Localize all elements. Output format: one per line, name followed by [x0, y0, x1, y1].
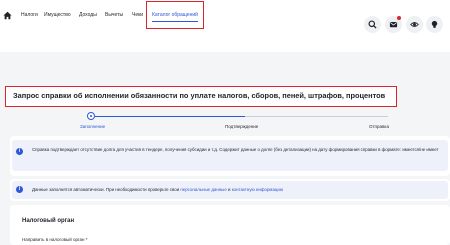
step-confirm: Подтверждение	[225, 124, 259, 129]
stepper-line-progress	[95, 116, 245, 117]
nav-taxes[interactable]: Налоги	[21, 12, 38, 18]
tax-authority-field-label: Направить в налоговый орган *	[22, 237, 88, 242]
contact-info-link[interactable]: контактную информацию	[232, 187, 283, 192]
nav-property[interactable]: Имущество	[44, 12, 71, 18]
tips-button[interactable]	[426, 16, 443, 33]
info-purpose-text: Справка подтверждает отсутствие долга дл…	[32, 147, 439, 152]
lightbulb-icon	[431, 20, 438, 28]
info-card-autofill: i Данные заполнятся автоматически. При н…	[10, 179, 450, 201]
nav-deductions[interactable]: Вычеты	[105, 12, 123, 18]
autofill-text-and: и	[228, 187, 231, 192]
info-block-autofill: i Данные заполнятся автоматически. При н…	[12, 181, 448, 199]
autofill-text-start: Данные заполнятся автоматически. При нео…	[32, 187, 180, 192]
stepper-current-marker	[87, 112, 95, 120]
eye-icon	[410, 22, 419, 27]
info-icon: i	[16, 148, 23, 155]
info-icon: i	[16, 186, 23, 193]
search-icon	[368, 20, 377, 29]
stepper-line-remaining	[245, 116, 388, 117]
home-icon[interactable]	[3, 11, 12, 20]
notification-dot	[397, 16, 401, 20]
mail-icon	[389, 21, 398, 28]
tab-highlight-frame	[146, 1, 204, 29]
personal-data-link[interactable]: персональные данные	[180, 187, 226, 192]
search-button[interactable]	[364, 16, 381, 33]
step-fill: Заполнение	[80, 124, 106, 129]
info-autofill-text: Данные заполнятся автоматически. При нео…	[32, 187, 444, 193]
step-send: Отправка	[369, 124, 389, 129]
info-block-purpose: i Справка подтверждает отсутствие долга …	[12, 140, 448, 171]
nav-receipts[interactable]: Чеки	[132, 12, 143, 18]
section-title-tax-authority: Налоговый орган	[22, 218, 75, 224]
accessibility-button[interactable]	[406, 16, 423, 33]
top-header: Налоги Имущество Доходы Вычеты Чеки Ката…	[0, 0, 450, 52]
info-card-purpose: i Справка подтверждает отсутствие долга …	[10, 136, 450, 176]
page-title: Запрос справки об исполнении обязанности…	[13, 91, 386, 100]
nav-income[interactable]: Доходы	[79, 12, 97, 18]
